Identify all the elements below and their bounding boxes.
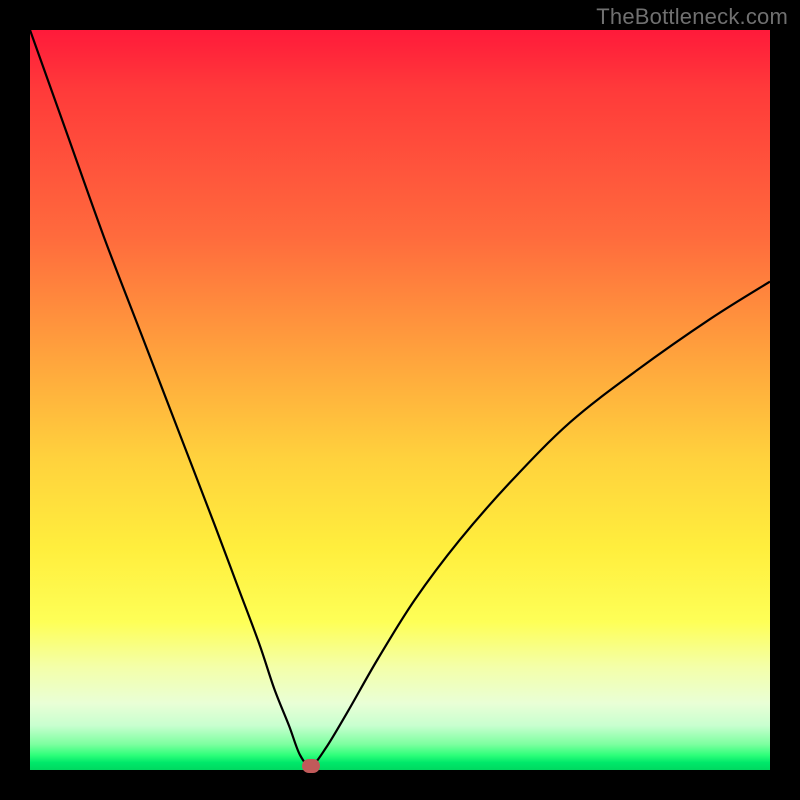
watermark-text: TheBottleneck.com (596, 4, 788, 30)
minimum-marker (302, 759, 320, 773)
chart-frame: TheBottleneck.com (0, 0, 800, 800)
bottleneck-curve (30, 30, 770, 766)
plot-area (30, 30, 770, 770)
curve-svg (30, 30, 770, 770)
